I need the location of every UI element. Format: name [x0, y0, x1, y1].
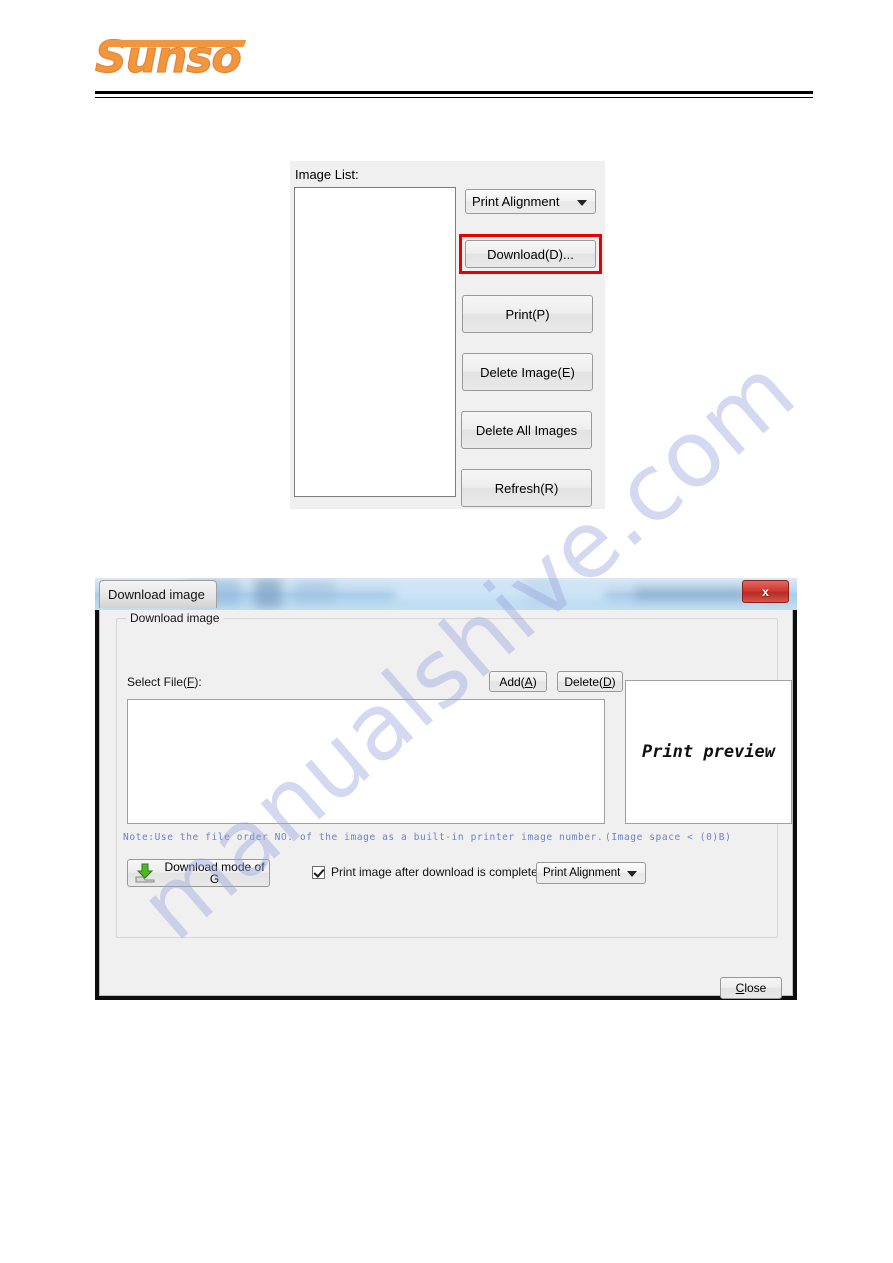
print-preview-label: Print preview	[641, 742, 776, 762]
window-title: Download image	[99, 580, 217, 608]
window-title-text: Download image	[108, 587, 205, 602]
download-image-group-label: Download image	[126, 611, 224, 625]
close-window-button[interactable]: x	[742, 580, 789, 603]
print-alignment-dropdown-1-value: Print Alignment	[472, 194, 560, 209]
download-arrow-icon	[134, 863, 156, 883]
image-space-text: (Image space < (0)B)	[605, 832, 732, 843]
window-body: Download image Select File(F): Add(A) De…	[99, 610, 793, 999]
titlebar-blur-artifact	[395, 584, 605, 602]
titlebar-blur-artifact	[635, 588, 745, 600]
download-image-groupbox: Download image Select File(F): Add(A) De…	[116, 611, 792, 938]
titlebar-blur-artifact	[255, 578, 281, 608]
note-text: Note:Use the file order NO. of the image…	[123, 832, 604, 843]
delete-image-button[interactable]: Delete Image(E)	[462, 353, 593, 391]
download-mode-button-label: Download mode of G	[164, 860, 265, 886]
print-button[interactable]: Print(P)	[462, 295, 593, 333]
add-file-button[interactable]: Add(A)	[489, 671, 547, 692]
print-after-download-checkbox[interactable]: Print image after download is completed	[312, 865, 544, 879]
print-after-download-label: Print image after download is completed	[331, 865, 545, 879]
image-listbox[interactable]	[294, 187, 456, 497]
delete-all-images-button[interactable]: Delete All Images	[461, 411, 592, 449]
chevron-down-icon	[627, 871, 637, 877]
print-alignment-dropdown-2[interactable]: Print Alignment	[536, 862, 646, 884]
download-button-highlight-box	[459, 234, 602, 274]
close-icon: x	[762, 584, 769, 599]
header-divider-thick	[95, 91, 813, 94]
download-image-window: Download image x Download image Select F…	[95, 578, 797, 1000]
print-alignment-dropdown-1[interactable]: Print Alignment	[465, 189, 596, 214]
titlebar-blur-artifact	[295, 581, 335, 603]
titlebar-blur-artifact	[525, 578, 555, 610]
header-divider-thin	[95, 97, 813, 98]
chevron-down-icon	[577, 199, 587, 206]
checkbox-checked-icon	[312, 865, 325, 879]
print-preview-panel: Print preview	[625, 680, 792, 824]
close-dialog-button[interactable]: Close	[720, 977, 782, 999]
image-list-title: Image List:	[295, 167, 359, 182]
page-header: Sunso	[94, 33, 813, 104]
select-file-label: Select File(F):	[127, 675, 202, 689]
image-list-panel: Image List: Print Alignment Download(D).…	[290, 161, 605, 509]
download-mode-button[interactable]: Download mode of G	[127, 859, 270, 887]
sunso-logo: Sunso	[94, 33, 250, 84]
refresh-button[interactable]: Refresh(R)	[461, 469, 592, 507]
print-alignment-dropdown-2-value: Print Alignment	[543, 867, 621, 879]
select-file-listbox[interactable]	[127, 699, 605, 824]
window-titlebar[interactable]: Download image x	[95, 578, 797, 610]
delete-file-button[interactable]: Delete(D)	[557, 671, 623, 692]
logo-swoosh-decoration	[103, 40, 247, 47]
